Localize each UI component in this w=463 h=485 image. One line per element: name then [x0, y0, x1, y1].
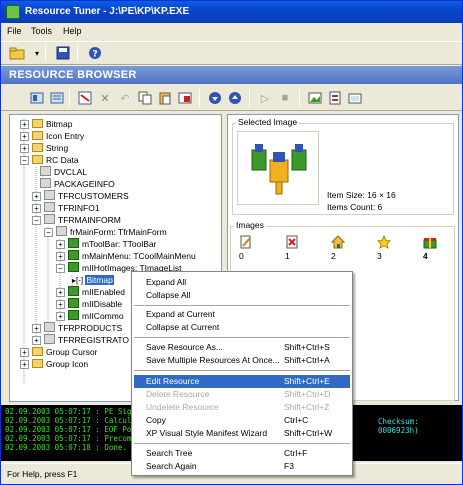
- menu-bar: File Tools Help: [1, 23, 462, 41]
- gift-icon: [423, 238, 437, 249]
- checksum-text: Checksum: 0006923h): [378, 417, 419, 435]
- menu-item-collapse-all[interactable]: Collapse All: [134, 289, 350, 302]
- tree-item-tfrinfo1[interactable]: + TFRINFO1: [26, 202, 100, 214]
- tree-item-group-icon[interactable]: + Group Icon: [14, 358, 88, 370]
- images-label: Images: [234, 220, 266, 230]
- menu-item-copy[interactable]: Copy Ctrl+C: [134, 414, 350, 427]
- svg-text:?: ?: [93, 50, 98, 60]
- app-icon: [6, 5, 20, 19]
- tree-item-mlcommo[interactable]: + mIICommo: [50, 310, 124, 322]
- tree-item-tfrproducts[interactable]: + TFRPRODUCTS: [26, 322, 122, 334]
- delete-icon[interactable]: ✕: [95, 89, 115, 107]
- tree-item-bitmap[interactable]: + Bitmap: [14, 118, 72, 130]
- screenshot-icon[interactable]: [345, 89, 365, 107]
- context-menu: Expand All Collapse All Expand at Curren…: [131, 271, 353, 476]
- menu-item-collapse-at-current[interactable]: Collapse at Current: [134, 321, 350, 334]
- menu-item-save-resource-as[interactable]: Save Resource As... Shift+Ctrl+S: [134, 341, 350, 354]
- chevron-down-icon[interactable]: ▾: [27, 44, 47, 62]
- menu-item-save-multiple[interactable]: Save Multiple Resources At Once... Shift+…: [134, 354, 350, 367]
- menu-item-delete-resource[interactable]: Delete Resource Shift+Ctrl+D: [134, 388, 350, 401]
- menu-help[interactable]: Help: [63, 26, 82, 36]
- stop-icon[interactable]: ■: [275, 89, 295, 107]
- title-bar[interactable]: Resource Tuner - J:\PE\KP\KP.EXE: [1, 1, 462, 23]
- tree-item-tfrmainform[interactable]: − TFRMAINFORM: [26, 214, 121, 226]
- home-icon: [331, 235, 345, 249]
- status-text: For Help, press F1: [7, 469, 78, 479]
- tree-item-bitmap-selected[interactable]: ▸[-] Bitmap: [72, 274, 114, 286]
- open-folder-icon[interactable]: [7, 44, 27, 62]
- tree-item-tfrcustomers[interactable]: + TFRCUSTOMERS: [26, 190, 129, 202]
- arrow-down-circle-icon[interactable]: [205, 89, 225, 107]
- window-title: Resource Tuner - J:\PE\KP\KP.EXE: [25, 6, 190, 17]
- image-4[interactable]: 4: [423, 235, 437, 261]
- tree-item-mtoolbar[interactable]: + mToolBar: TToolBar: [50, 238, 156, 250]
- red-x-doc-icon: [286, 235, 298, 249]
- selected-image-preview: [237, 131, 319, 205]
- selected-image-label: Selected Image: [236, 117, 300, 127]
- tree-item-mlenabled[interactable]: + mIIEnabled: [50, 286, 125, 298]
- menu-item-expand-all[interactable]: Expand All: [134, 276, 350, 289]
- menu-item-manifest-wizard[interactable]: XP Visual Style Manifest Wizard Shift+Ctr…: [134, 427, 350, 440]
- copy-icon[interactable]: [135, 89, 155, 107]
- image-3[interactable]: 3: [377, 235, 391, 261]
- paste-icon[interactable]: [155, 89, 175, 107]
- item-size-text: Item Size: 16 × 16: [327, 190, 396, 200]
- tree-item-mldisable[interactable]: + mIIDisable: [50, 298, 122, 310]
- resource-toolbar: ✕ ↶ ▷ ■: [1, 85, 462, 111]
- image-view-icon[interactable]: [305, 89, 325, 107]
- menu-item-search-tree[interactable]: Search Tree Ctrl+F: [134, 447, 350, 460]
- list-view-icon[interactable]: [47, 89, 67, 107]
- tree-item-icon-entry[interactable]: + Icon Entry: [14, 130, 84, 142]
- resource-browser-banner: RESOURCE BROWSER: [1, 66, 462, 84]
- tree-item-mmainmenu[interactable]: + mMainMenu: TCoolMainMenu: [50, 250, 196, 262]
- menu-item-expand-at-current[interactable]: Expand at Current: [134, 308, 350, 321]
- tree-item-frmainform[interactable]: − frMainForm: TfrMainForm: [38, 226, 167, 238]
- tree-item-tfrregistrato[interactable]: + TFRREGISTRATO: [26, 334, 129, 346]
- menu-item-undelete-resource[interactable]: Undelete Resource Shift+Ctrl+Z: [134, 401, 350, 414]
- properties-icon[interactable]: [75, 89, 95, 107]
- tree-item-dvclal[interactable]: DVCLAL: [40, 166, 87, 178]
- report-icon[interactable]: [325, 89, 345, 107]
- standard-toolbar: ▾ ?: [1, 41, 462, 65]
- image-2[interactable]: 2: [331, 235, 345, 261]
- menu-item-search-again[interactable]: Search Again F3: [134, 460, 350, 473]
- menu-item-edit-resource[interactable]: Edit Resource Shift+Ctrl+E: [134, 375, 350, 388]
- pencil-icon: [240, 235, 251, 249]
- tree-item-packageinfo[interactable]: PACKAGEINFO: [40, 178, 115, 190]
- undo-icon[interactable]: ↶: [115, 89, 135, 107]
- export-icon[interactable]: [175, 89, 195, 107]
- tree-view-icon[interactable]: [27, 89, 47, 107]
- play-icon[interactable]: ▷: [255, 89, 275, 107]
- menu-tools[interactable]: Tools: [31, 26, 52, 36]
- star-icon: [377, 235, 391, 249]
- main-window: Resource Tuner - J:\PE\KP\KP.EXE File To…: [0, 0, 463, 485]
- menu-file[interactable]: File: [7, 26, 22, 36]
- tree-item-group-cursor[interactable]: + Group Cursor: [14, 346, 98, 358]
- image-1[interactable]: 1: [285, 235, 299, 261]
- help-icon[interactable]: ?: [85, 44, 105, 62]
- tree-item-string[interactable]: + String: [14, 142, 68, 154]
- image-0[interactable]: 0: [239, 235, 253, 261]
- people-group-icon: [251, 144, 307, 195]
- items-count-text: Items Count: 6: [327, 202, 383, 212]
- tree-item-rc-data[interactable]: − RC Data: [14, 154, 79, 166]
- save-disk-icon[interactable]: [53, 44, 73, 62]
- arrow-up-circle-icon[interactable]: [225, 89, 245, 107]
